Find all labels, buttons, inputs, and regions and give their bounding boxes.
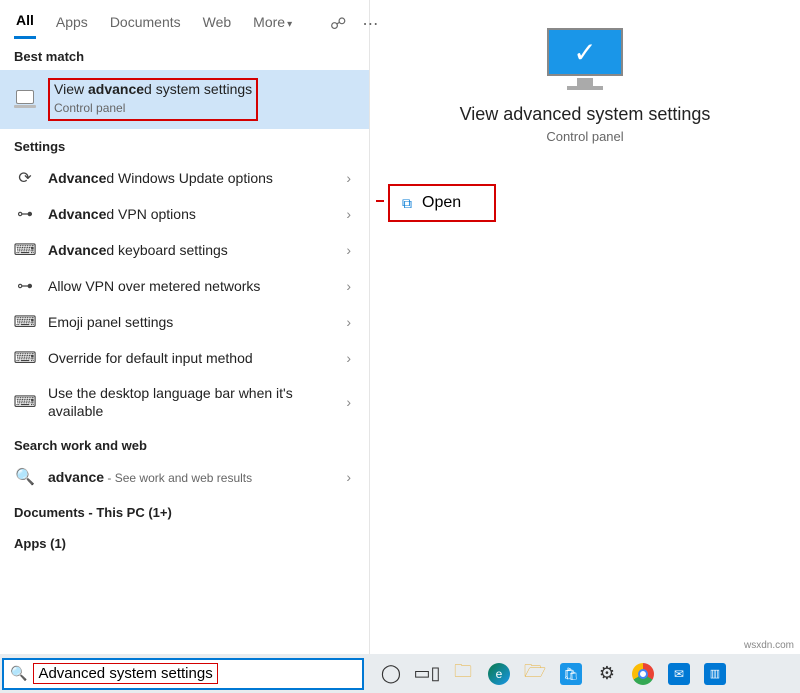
keyboard-icon: ⌨	[14, 392, 36, 412]
tab-web[interactable]: Web	[201, 10, 234, 38]
results-pane: All Apps Documents Web More▾ ☍ ⋯ Best ma…	[0, 0, 370, 654]
mail-icon[interactable]: ✉	[668, 663, 690, 685]
chevron-right-icon[interactable]: ›	[342, 314, 355, 330]
tab-documents[interactable]: Documents	[108, 10, 183, 38]
keyboard-icon: ⌨	[14, 240, 36, 260]
section-settings: Settings	[0, 129, 369, 160]
open-icon: ⧉	[402, 195, 412, 212]
task-view-icon[interactable]: ▭▯	[416, 663, 438, 685]
search-icon: 🔍	[10, 665, 27, 682]
edge-icon[interactable]: e	[488, 663, 510, 685]
preview-title: View advanced system settings	[380, 104, 790, 125]
settings-item-5[interactable]: ⌨ Override for default input method ›	[0, 340, 369, 376]
monitor-icon: ✓	[547, 28, 623, 86]
keyboard-icon: ⌨	[14, 348, 36, 368]
feedback-icon[interactable]: ☍	[330, 14, 346, 34]
chevron-right-icon[interactable]: ›	[342, 394, 355, 410]
windows-search-panel: All Apps Documents Web More▾ ☍ ⋯ Best ma…	[0, 0, 800, 654]
section-documents[interactable]: Documents - This PC (1+)	[0, 495, 369, 526]
file-explorer-icon[interactable]: 🗀	[452, 663, 474, 685]
vpn-icon: ⊶	[14, 276, 36, 296]
cortana-icon[interactable]: ◯	[380, 663, 402, 685]
chevron-right-icon[interactable]: ›	[342, 170, 355, 186]
chevron-down-icon: ▾	[287, 19, 292, 30]
best-match-label: View advanced system settings Control pa…	[48, 78, 355, 121]
annotation-mark	[376, 200, 384, 202]
settings-item-2[interactable]: ⌨ Advanced keyboard settings ›	[0, 232, 369, 268]
chevron-right-icon[interactable]: ›	[342, 242, 355, 258]
filter-tabs: All Apps Documents Web More▾ ☍ ⋯	[0, 0, 369, 39]
best-match-result[interactable]: View advanced system settings Control pa…	[0, 70, 369, 129]
chevron-right-icon[interactable]: ›	[342, 469, 355, 485]
chevron-right-icon[interactable]: ›	[342, 350, 355, 366]
tab-all[interactable]: All	[14, 8, 36, 39]
settings-icon[interactable]: ⚙	[596, 663, 618, 685]
section-best-match: Best match	[0, 39, 369, 70]
vpn-icon: ⊶	[14, 204, 36, 224]
open-button[interactable]: ⧉ Open	[388, 184, 496, 222]
preview-subtitle: Control panel	[380, 129, 790, 144]
settings-item-0[interactable]: ⟳ Advanced Windows Update options ›	[0, 160, 369, 196]
section-apps[interactable]: Apps (1)	[0, 526, 369, 557]
keyboard-icon: ⌨	[14, 312, 36, 332]
file-explorer-icon[interactable]: 🗁	[524, 663, 546, 685]
web-result[interactable]: 🔍 advance - See work and web results ›	[0, 459, 369, 495]
tab-more[interactable]: More▾	[251, 10, 294, 38]
chevron-right-icon[interactable]: ›	[342, 206, 355, 222]
settings-item-4[interactable]: ⌨ Emoji panel settings ›	[0, 304, 369, 340]
photos-icon[interactable]: ▥	[704, 663, 726, 685]
settings-item-6[interactable]: ⌨ Use the desktop language bar when it's…	[0, 376, 369, 428]
section-search-web: Search work and web	[0, 428, 369, 459]
settings-item-3[interactable]: ⊶ Allow VPN over metered networks ›	[0, 268, 369, 304]
settings-item-1[interactable]: ⊶ Advanced VPN options ›	[0, 196, 369, 232]
search-icon: 🔍	[14, 467, 36, 487]
taskbar: 🔍 Advanced system settings ◯ ▭▯ 🗀 e 🗁 🛍 …	[0, 654, 800, 693]
watermark: wsxdn.com	[744, 640, 794, 651]
chrome-icon[interactable]	[632, 663, 654, 685]
tab-apps[interactable]: Apps	[54, 10, 90, 38]
taskbar-search[interactable]: 🔍 Advanced system settings	[2, 658, 364, 690]
store-icon[interactable]: 🛍	[560, 663, 582, 685]
refresh-icon: ⟳	[14, 168, 36, 188]
preview-pane: ✓ View advanced system settings Control …	[370, 0, 800, 654]
search-query[interactable]: Advanced system settings	[33, 663, 217, 684]
chevron-right-icon[interactable]: ›	[342, 278, 355, 294]
system-settings-icon	[14, 90, 36, 108]
open-label: Open	[422, 194, 461, 212]
